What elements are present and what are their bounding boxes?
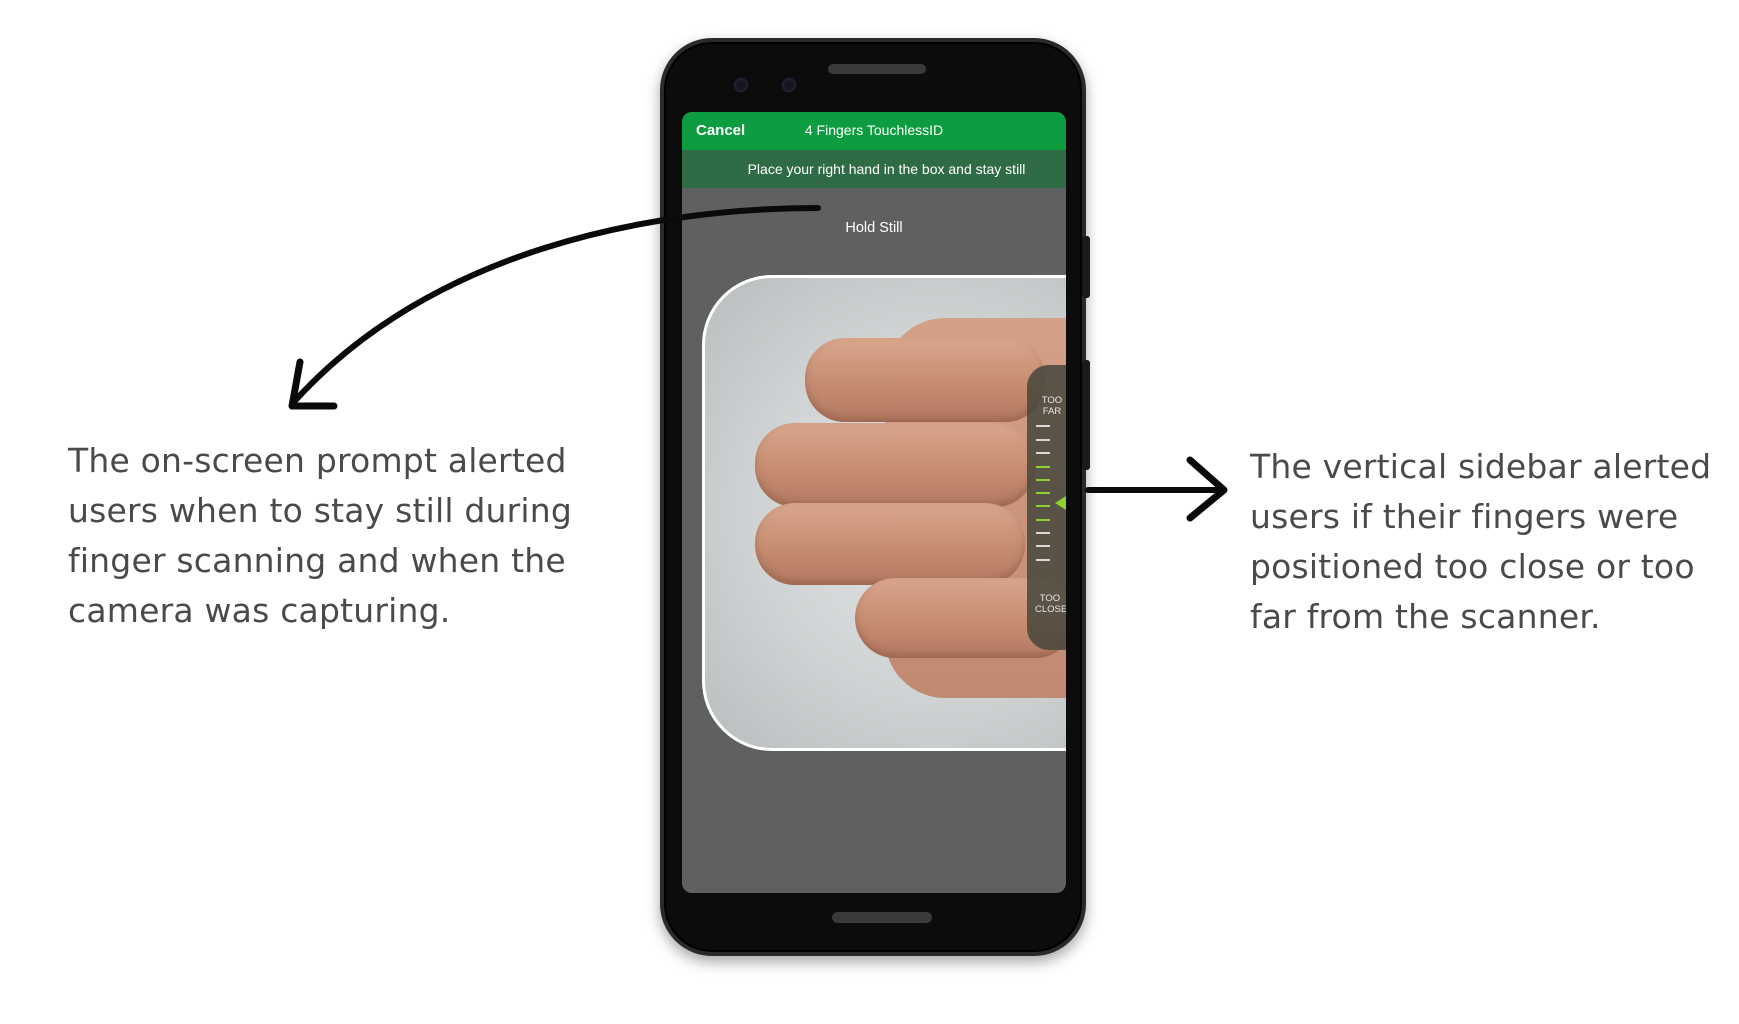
left-arrow-head-icon [288, 358, 338, 410]
status-prompt: Hold Still [845, 220, 903, 236]
hand-finger-middle [755, 423, 1035, 507]
distance-tick [1036, 466, 1050, 468]
app-bar: Cancel 4 Fingers TouchlessID [682, 112, 1066, 150]
distance-tick [1036, 505, 1050, 507]
home-indicator [832, 912, 932, 923]
front-camera-icon [734, 78, 748, 92]
distance-tick [1036, 425, 1050, 427]
distance-tick [1036, 545, 1050, 547]
front-sensor-icon [782, 78, 796, 92]
phone-side-button [1082, 236, 1090, 298]
hand-finger-index [805, 338, 1045, 422]
app-title: 4 Fingers TouchlessID [804, 122, 944, 138]
annotation-right: The vertical sidebar alerted users if th… [1250, 447, 1712, 636]
instruction-text: Place your right hand in the box and sta… [747, 161, 1026, 177]
too-far-label: TOO FAR [1041, 395, 1063, 417]
distance-sidebar: TOO FAR TOO CLOSE [1027, 365, 1066, 650]
phone-frame: Cancel 4 Fingers TouchlessID Place your … [660, 38, 1086, 956]
instruction-banner: Place your right hand in the box and sta… [682, 150, 1066, 188]
annotation-left: The on-screen prompt alerted users when … [68, 441, 573, 630]
distance-indicator-icon [1055, 496, 1066, 510]
distance-tick [1036, 559, 1050, 561]
distance-tick [1036, 452, 1050, 454]
camera-capture-box [702, 275, 1066, 751]
phone-screen: Cancel 4 Fingers TouchlessID Place your … [682, 112, 1066, 893]
distance-tick [1036, 519, 1050, 521]
distance-tick [1036, 479, 1050, 481]
earpiece-speaker [828, 64, 926, 74]
hand-finger-ring [755, 503, 1025, 585]
right-arrow-head-icon [1186, 456, 1228, 522]
distance-tick [1036, 439, 1050, 441]
phone-volume-button [1082, 360, 1090, 470]
too-close-label: TOO CLOSE [1035, 593, 1066, 615]
distance-tick [1036, 532, 1050, 534]
distance-tick [1036, 492, 1050, 494]
